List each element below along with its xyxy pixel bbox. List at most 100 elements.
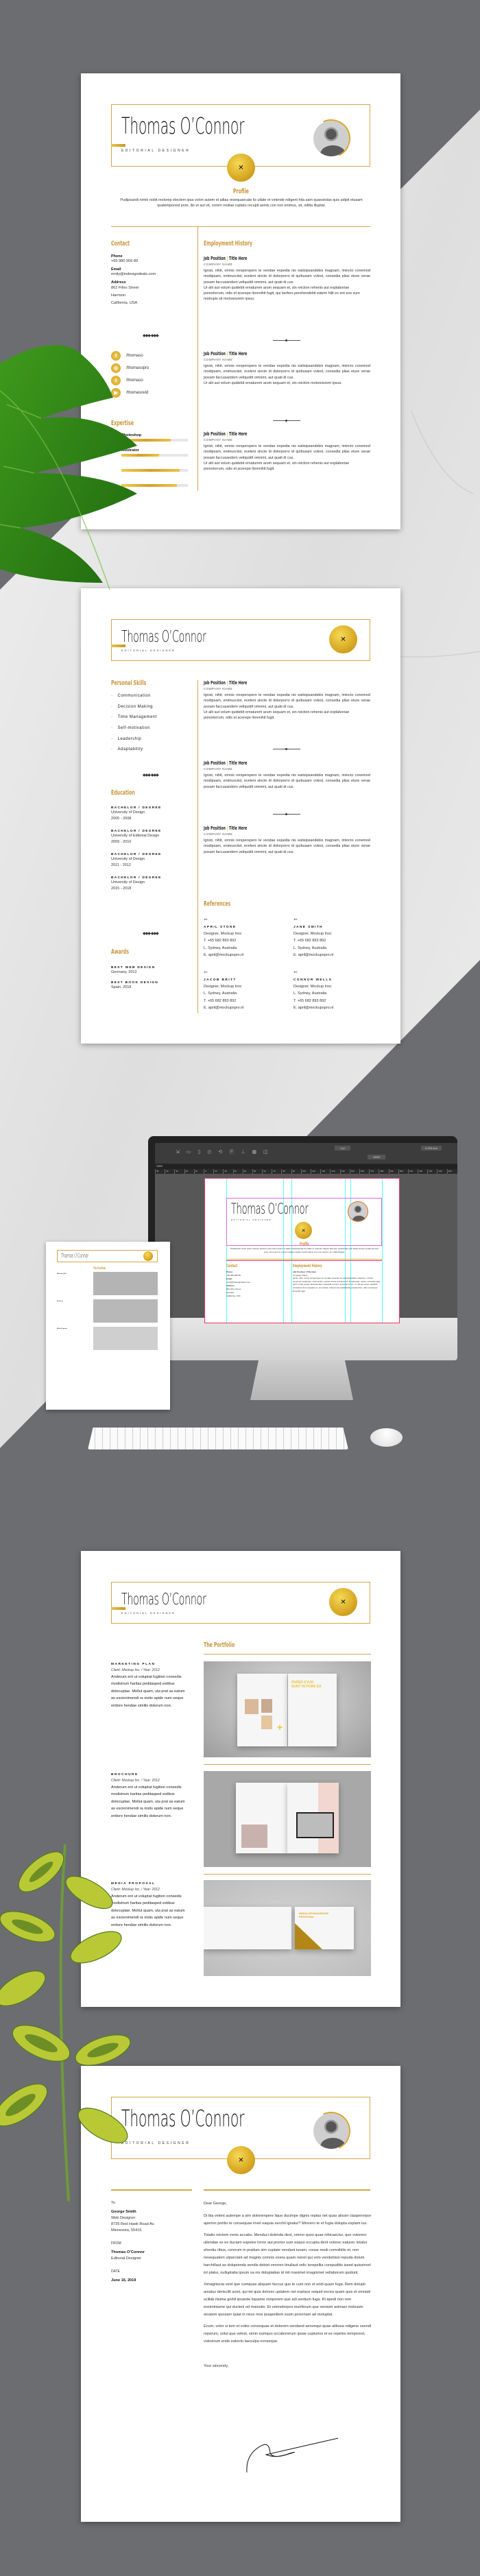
employment-heading: Employment History: [204, 240, 253, 248]
reference-line: L. Sydney, Australia: [293, 991, 327, 996]
resume-page-2: Thomas O’Connor Editorial Designer ✕ Per…: [81, 588, 400, 1044]
toolbar-icons[interactable]: ⇲▭▯◴⟲Ⓟ⊥▦◫: [176, 1148, 275, 1155]
logo-badge: ✕: [227, 2146, 255, 2174]
chain-ornament: ◆◆◆-◆◆◆: [143, 773, 159, 778]
award-item: Best Web Design Germany, 2012: [111, 966, 193, 976]
reference-line: T. +65 682 893 892: [204, 998, 237, 1003]
logo-badge: ✕: [329, 625, 357, 653]
portfolio-item-name: Media Proposal: [57, 1328, 67, 1329]
job-subtitle: Title Here: [228, 431, 248, 437]
separator: |: [226, 431, 228, 437]
portfolio-image-marketing-plan[interactable]: PAPED EYUR SUNT IN PORE EX +: [204, 1661, 371, 1757]
ruler-tick: 140: [339, 1169, 350, 1174]
divider: [111, 226, 370, 227]
ruler-tick: 110: [311, 1169, 320, 1174]
education-item: Bachelor / Degree University of Design 201…: [111, 853, 193, 869]
reference-line: E. april@mockupspro.nl: [204, 1005, 244, 1010]
employment-heading: Employment History: [293, 1264, 322, 1268]
school: University of Design: [111, 880, 145, 884]
education-list: Bachelor / Degree University of Design 200…: [111, 806, 193, 892]
divider: [204, 1764, 371, 1765]
keyboard[interactable]: [88, 1428, 348, 1449]
ruler-tick: 0: [203, 1169, 213, 1174]
school: University of Design: [111, 857, 145, 861]
header-name: Thomas O’Connor: [231, 1201, 309, 1217]
reference-item: ➳ Connor Wells Designer, Mockup Inxc L. Syd…: [293, 970, 376, 1011]
magazine-headline: MEDIA SPONSORSHIP PROPOSAL: [299, 1912, 329, 1918]
scale-field[interactable]: 100%: [368, 1155, 386, 1159]
ruler-tick: 50: [155, 1169, 165, 1174]
education-item: Bachelor / Degree University of Design 201…: [111, 876, 193, 892]
address-line: California, USA: [226, 1295, 241, 1297]
ruler-tick: 70: [272, 1169, 281, 1174]
header-title: Editorial Designer: [121, 649, 176, 652]
job-description: Ur alit aut volum quidebit ernaturem aru…: [204, 285, 360, 302]
ruler-tick: 130: [330, 1169, 339, 1174]
job-entry: Job Position | Title Here Company Name I…: [204, 760, 370, 790]
separator: |: [226, 826, 228, 831]
portfolio-item-description: Anderum ent ut voluptat fugition consedi…: [111, 1785, 185, 1818]
skills-list: Communication Decision Making Time Manag…: [111, 694, 157, 758]
years: 2005 - 2008: [111, 817, 132, 821]
profile-photo: [313, 121, 349, 156]
references-heading: References: [204, 900, 231, 908]
bird-icon: ✕: [238, 2156, 244, 2164]
separator: |: [226, 680, 228, 686]
bird-icon: ✕: [340, 636, 346, 643]
to-address: Minnesota, 55415: [111, 2228, 142, 2232]
profile-text: Pudipsandi nimin nobit molorep electem i…: [230, 1247, 379, 1253]
ruler-tick: 60: [262, 1169, 272, 1174]
reference-line: E. april@mockupspro.nl: [293, 1005, 334, 1010]
ruler-tick: 90: [291, 1169, 301, 1174]
bird-icon: ➳: [293, 970, 298, 975]
portfolio-image-media-proposal[interactable]: MEDIA SPONSORSHIP PROPOSAL: [204, 1880, 371, 1976]
portfolio-item-name: Marketing Plan: [57, 1273, 67, 1275]
reference-line: L. Sydney, Australia: [293, 946, 327, 950]
portfolio-image-brochure[interactable]: [204, 1771, 371, 1867]
canvas: Thomas O’Connor Editorial Designer ✕ Pro…: [155, 1174, 457, 1323]
header-name: Thomas O’Connor: [121, 1591, 206, 1609]
job-title: Job Position: [204, 760, 226, 766]
reference-line: L. Sydney, Australia: [204, 991, 237, 996]
job-subtitle: Title Here: [228, 680, 248, 686]
letter-paragraph: Ximagniscia vent que cumquas aliquam fac…: [204, 2283, 371, 2317]
bird-icon: ✕: [301, 1228, 306, 1233]
award-item: Best Book Design Spain, 2018: [111, 981, 193, 991]
dimension-field[interactable]: 4.233 mm: [421, 1146, 442, 1151]
job-title: Job Position: [204, 351, 226, 357]
job-subtitle: Title Here: [228, 256, 248, 261]
gold-tab: [111, 1607, 125, 1610]
ruler-tick: 190: [388, 1169, 398, 1174]
reference-line: Designer, Mockup Inxc: [293, 932, 332, 936]
skill-item: Communication: [111, 694, 157, 705]
address-label: Address: [226, 1284, 235, 1287]
contact-heading: Contact: [111, 240, 130, 248]
profile-photo: [313, 2113, 349, 2149]
document-page: Thomas O’Connor Editorial Designer ✕ Pro…: [204, 1178, 400, 1323]
header-name: Thomas O’Connor: [121, 628, 206, 646]
school: University of Design: [111, 810, 145, 815]
portfolio-heading: The Portfolio: [204, 1641, 235, 1649]
portfolio-sheet-preview: Thomas O’Connor The Portfolio Marketing …: [46, 1242, 170, 1410]
job-entry: Job Position | Title Here Company Name I…: [204, 431, 370, 472]
mouse[interactable]: [370, 1428, 403, 1447]
letter-paragraph: Totatio reictem venis accabo. Menduci do…: [204, 2233, 371, 2275]
skills-heading: Personal Skills: [111, 679, 147, 687]
phone-value: +65 980 909 89: [111, 259, 139, 263]
portfolio-item-client: Client: Mockup Inc. / Year: 2012: [111, 1779, 160, 1783]
portfolio-item: Marketing Plan Client: Mockup Inc. / Year…: [111, 1663, 188, 1709]
reference-line: T. +65 682 893 892: [293, 998, 326, 1003]
education-item: Bachelor / Degree University of Editorial…: [111, 830, 193, 845]
reference-item: ➳ April Stone Designer, Mockup Inxc T. +65 …: [204, 917, 286, 959]
job-description: Ur alit aut volum quidebit ernaturem aru…: [204, 461, 350, 472]
school: University of Editorial Design: [111, 834, 160, 838]
stroke-field[interactable]: 1 pt: [335, 1146, 350, 1151]
monitor-stand: [250, 1360, 353, 1400]
ruler-tick: 210: [407, 1169, 418, 1174]
signature: [246, 2437, 339, 2473]
ruler-tick: 240: [437, 1169, 446, 1174]
email-value: emily@indesigndeals.com: [226, 1281, 250, 1284]
ornament-divider: [273, 813, 300, 815]
profile-text: Pudipsandi nimin nobit molorep electem i…: [120, 198, 363, 208]
email-value[interactable]: emily@indesigndeals.com: [111, 272, 193, 277]
